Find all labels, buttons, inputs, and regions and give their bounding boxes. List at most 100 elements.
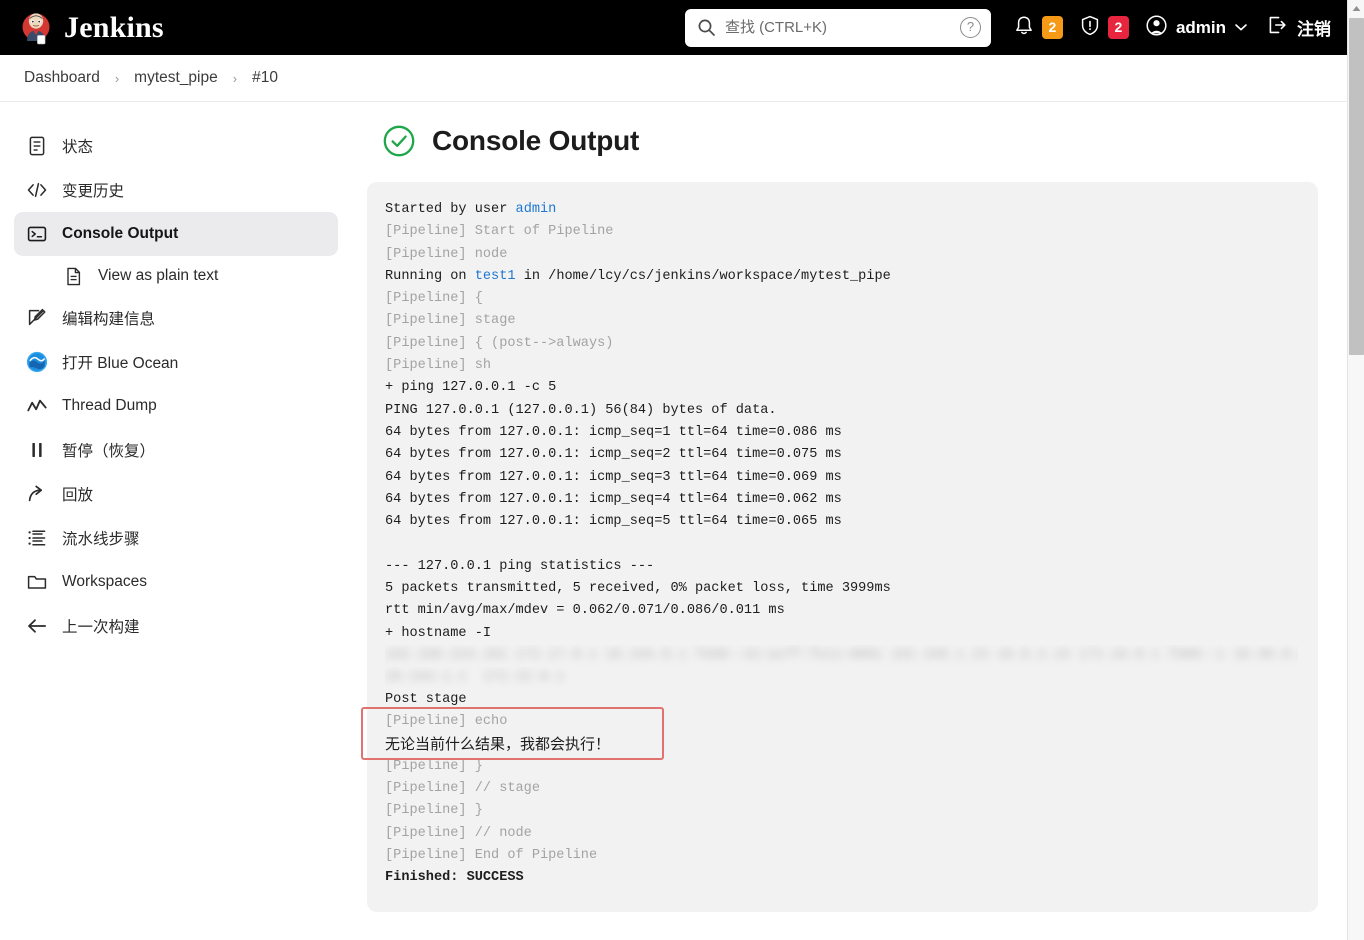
breadcrumb-item-dashboard[interactable]: Dashboard [18,66,106,90]
console-line-redacted: 10.244.1.1 172.22.0.1 [385,667,1298,689]
page-title-row: Console Output [367,124,1317,158]
main-content: Console Output Started by user admin [Pip… [352,102,1347,940]
console-line: Running on test1 in /home/lcy/cs/jenkins… [385,266,1298,288]
list-steps-icon [26,527,48,549]
breadcrumb-separator: › [114,70,120,86]
scrollbar-thumb[interactable] [1349,18,1364,355]
logout-icon [1266,14,1288,41]
breadcrumb-item-job[interactable]: mytest_pipe [128,66,224,90]
notifications-button[interactable]: 2 [1013,0,1063,55]
console-line: 64 bytes from 127.0.0.1: icmp_seq=5 ttl=… [385,514,842,530]
header-right-controls: ? 2 2 [684,0,1347,55]
console-line: --- 127.0.0.1 ping statistics --- [385,558,655,574]
pause-icon [26,439,48,461]
logout-button[interactable]: 注销 [1266,0,1331,55]
file-text-icon [62,265,84,287]
search-input[interactable] [724,19,960,36]
replay-arrow-icon [26,483,48,505]
console-line: rtt min/avg/max/mdev = 0.062/0.071/0.086… [385,603,785,619]
code-brackets-icon [26,179,48,201]
console-line: Started by user admin [385,199,1298,221]
sidebar-item-9[interactable]: 流水线步骤 [14,516,338,560]
sidebar-item-0[interactable]: 状态 [14,124,338,168]
console-line: [Pipeline] echo [385,714,508,730]
console-link[interactable]: admin [516,202,557,217]
console-line-text: 10.244.1.1 172.22.0.1 [385,669,565,685]
edit-pencil-icon [26,307,48,329]
console-line-text: 192.168.224.101 172.17.0.1 10.244.0.1 fe… [385,647,1298,663]
notification-count-badge: 2 [1041,16,1063,39]
sidebar-item-label: Workspaces [62,573,147,590]
console-text: Running on [385,268,475,284]
sidebar-item-2[interactable]: Console Output [14,212,338,256]
console-line: [Pipeline] stage [385,313,516,329]
sidebar-item-10[interactable]: Workspaces [14,560,338,604]
breadcrumb-item-build[interactable]: #10 [246,66,284,90]
console-line: 64 bytes from 127.0.0.1: icmp_seq=1 ttl=… [385,424,842,440]
security-warnings-button[interactable]: 2 [1079,0,1129,55]
breadcrumb-separator: › [232,70,238,86]
search-icon [697,18,716,37]
vertical-scrollbar[interactable] [1347,0,1364,940]
document-icon [26,135,48,157]
arrow-left-icon [26,615,48,637]
console-line: [Pipeline] // node [385,825,532,841]
brand-title: Jenkins [64,10,164,44]
jenkins-brand[interactable]: Jenkins [18,0,164,55]
circle-check-success-icon [382,124,416,158]
sidebar-nav: 状态变更历史 Console Output View as plain text 编辑… [0,102,352,940]
sidebar-item-8[interactable]: 回放 [14,472,338,516]
jenkins-butler-logo-icon [18,10,54,46]
console-text: Started by user [385,202,516,217]
sidebar-item-3[interactable]: View as plain text [50,256,338,296]
sidebar-item-label: 回放 [62,487,94,504]
console-line: 64 bytes from 127.0.0.1: icmp_seq=4 ttl=… [385,491,842,507]
help-icon[interactable]: ? [959,17,981,38]
sidebar-item-label: Console Output [62,225,179,242]
sidebar-item-label: View as plain text [98,267,219,284]
console-line: [Pipeline] // stage [385,781,540,797]
console-line-redacted: 192.168.224.101 172.17.0.1 10.244.0.1 fe… [385,645,1298,667]
sidebar-item-1[interactable]: 变更历史 [14,168,338,212]
sidebar-item-label: 打开 Blue Ocean [62,355,179,372]
console-line: [Pipeline] sh [385,358,492,374]
console-line: 64 bytes from 127.0.0.1: icmp_seq=2 ttl=… [385,447,842,463]
sidebar-item-11[interactable]: 上一次构建 [14,604,338,648]
logout-label: 注销 [1297,20,1331,39]
console-line: + hostname -I [385,625,492,641]
top-header-bar: Jenkins ? [0,0,1347,55]
console-line: Post stage [385,691,467,707]
sidebar-item-label: 暂停（恢复） [62,443,156,460]
terminal-icon [26,223,48,245]
console-line: [Pipeline] } [385,758,483,774]
console-output-panel[interactable]: Started by user admin [Pipeline] Start of… [361,182,1318,912]
sidebar-item-label: 上一次构建 [62,619,140,636]
sidebar-item-5[interactable]: 打开 Blue Ocean [14,340,338,384]
console-line: + ping 127.0.0.1 -c 5 [385,380,557,396]
jenkins-console-page: Jenkins ? [0,0,1364,940]
user-name-label: admin [1175,17,1226,37]
search-box[interactable]: ? [684,8,991,47]
page-title: Console Output [432,125,640,156]
scroll-up-arrow-icon[interactable] [1348,0,1364,17]
bell-icon [1013,14,1035,42]
chevron-down-icon [1234,19,1248,37]
blue-ocean-icon [26,351,48,373]
console-line: [Pipeline] { (post-->always) [385,335,614,351]
console-line: [Pipeline] } [385,803,483,819]
user-menu-button[interactable]: admin [1145,0,1248,55]
sidebar-item-4[interactable]: 编辑构建信息 [14,296,338,340]
sidebar-item-7[interactable]: 暂停（恢复） [14,428,338,472]
console-line: 64 bytes from 127.0.0.1: icmp_seq=3 ttl=… [385,469,842,485]
console-line: [Pipeline] Start of Pipeline [385,224,614,240]
sidebar-item-label: 状态 [62,139,94,156]
shield-exclamation-icon [1079,14,1101,42]
breadcrumb: Dashboard › mytest_pipe › #10 [0,55,1347,102]
sidebar-item-label: 变更历史 [62,183,125,200]
console-link[interactable]: test1 [475,269,516,284]
console-line: 无论当前什么结果，我都会执行！ [385,735,611,753]
sidebar-item-6[interactable]: Thread Dump [14,384,338,428]
sidebar-item-label: 编辑构建信息 [62,311,156,328]
sidebar-item-label: 流水线步骤 [62,531,140,548]
